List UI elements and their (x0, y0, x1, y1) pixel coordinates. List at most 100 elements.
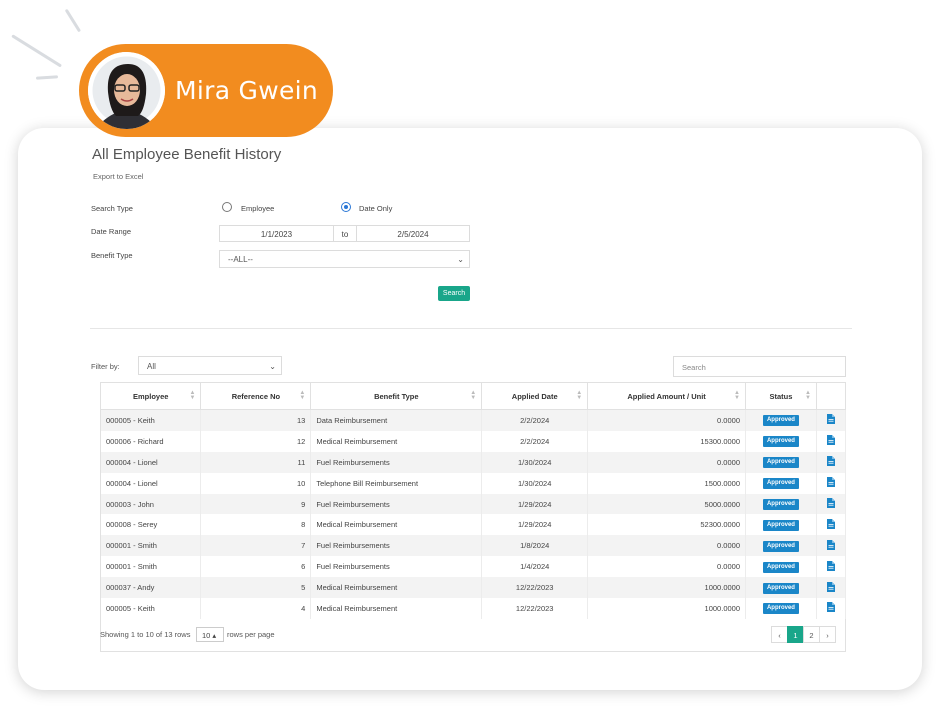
document-icon[interactable] (826, 581, 835, 592)
cell-benefit-type: Fuel Reimbursements (310, 556, 483, 578)
column-header-status[interactable]: Status ▲ ▼ (745, 383, 817, 410)
column-header-actions (816, 383, 847, 410)
cell-actions (816, 493, 847, 515)
table-row[interactable]: 000001 - Smith 6 Fuel Reimbursements 1/4/20… (101, 556, 847, 578)
cell-status: Approved (745, 514, 817, 536)
cell-applied-amount: 0.0000 (587, 409, 746, 431)
benefit-type-value: --ALL-- (228, 255, 253, 264)
table-search-input[interactable]: Search (673, 356, 846, 377)
table-row[interactable]: 000004 - Lionel 11 Fuel Reimbursements 1/30… (101, 451, 847, 473)
table-row[interactable]: 000001 - Smith 7 Fuel Reimbursements 1/8/20… (101, 535, 847, 557)
status-badge: Approved (762, 499, 799, 510)
document-icon[interactable] (826, 477, 835, 488)
cell-applied-date: 1/29/2024 (481, 514, 589, 536)
date-range-label: Date Range (91, 227, 132, 236)
cell-benefit-type: Telephone Bill Reimbursement (310, 472, 483, 494)
table-row[interactable]: 000004 - Lionel 10 Telephone Bill Reimburs… (101, 472, 847, 494)
table-row[interactable]: 000005 - Keith 13 Data Reimbursement 2/2/20… (101, 409, 847, 431)
status-badge: Approved (762, 457, 799, 469)
cell-employee: 000006 - Richard (101, 430, 202, 452)
date-to-input[interactable]: 2/5/2024 (356, 225, 470, 242)
cell-employee: 000003 - John (101, 493, 202, 515)
cell-applied-date: 1/8/2024 (481, 535, 589, 557)
table-row[interactable]: 000003 - John 9 Fuel Reimbursements 1/29/20… (101, 493, 847, 515)
cell-status: Approved (745, 577, 817, 599)
date-from-input[interactable]: 1/1/2023 (219, 225, 334, 242)
cell-applied-date: 1/4/2024 (481, 556, 589, 578)
document-icon[interactable] (826, 435, 835, 446)
benefit-type-label: Benefit Type (91, 251, 133, 260)
page-prev-button[interactable]: ‹ (771, 626, 788, 643)
cell-status: Approved (745, 598, 817, 619)
user-name: Mira Gwein (175, 76, 319, 105)
status-badge: Approved (762, 561, 799, 573)
sort-icon: ▲ ▼ (189, 390, 196, 401)
column-header-employee[interactable]: Employee ▲ ▼ (101, 383, 202, 410)
sort-icon: ▲ ▼ (299, 390, 306, 401)
cell-employee: 000001 - Smith (101, 535, 202, 557)
cell-benefit-type: Medical Reimbursement (310, 430, 483, 452)
export-excel-link[interactable]: Export to Excel (93, 172, 143, 181)
cell-status: Approved (745, 430, 817, 452)
cell-status: Approved (745, 493, 817, 515)
table-row[interactable]: 000037 - Andy 5 Medical Reimbursement 12/22… (101, 577, 847, 599)
benefit-type-select[interactable]: --ALL-- ⌄ (219, 250, 470, 268)
radio-employee-label: Employee (241, 204, 275, 213)
cell-benefit-type: Fuel Reimbursements (310, 493, 483, 515)
status-badge: Approved (762, 415, 799, 427)
search-button[interactable]: Search (438, 286, 470, 301)
filter-value: All (147, 362, 156, 371)
page-next-button[interactable]: › (819, 626, 836, 643)
cell-reference-no: 12 (200, 430, 312, 452)
benefit-table: Employee ▲ ▼ Reference No ▲ ▼ Benefit Type ▲ ▼… (100, 382, 847, 652)
table-row[interactable]: 000006 - Richard 12 Medical Reimbursement 2… (101, 430, 847, 452)
cell-applied-amount: 1500.0000 (587, 472, 746, 494)
cell-applied-amount: 0.0000 (587, 535, 746, 557)
table-row[interactable]: 000005 - Keith 4 Medical Reimbursement 12/2… (101, 598, 847, 619)
document-icon[interactable] (826, 539, 835, 550)
document-icon[interactable] (826, 498, 835, 508)
document-icon[interactable] (826, 560, 835, 571)
cell-actions (816, 556, 847, 578)
user-badge: Mira Gwein (79, 44, 333, 137)
divider (90, 328, 852, 329)
cell-reference-no: 13 (200, 409, 312, 431)
status-badge: Approved (762, 519, 799, 531)
cell-applied-date: 1/29/2024 (481, 493, 589, 515)
cell-applied-amount: 5000.0000 (587, 493, 746, 515)
document-icon[interactable] (826, 518, 835, 529)
rows-per-page-select[interactable]: 10 ▴ (196, 627, 224, 642)
cell-employee: 000005 - Keith (101, 409, 202, 431)
document-icon[interactable] (826, 456, 835, 467)
cell-benefit-type: Medical Reimbursement (310, 577, 483, 599)
cell-reference-no: 11 (200, 451, 312, 473)
sort-icon: ▲ ▼ (576, 390, 583, 401)
radio-employee[interactable] (222, 202, 232, 212)
rows-per-page-label: rows per page (227, 630, 275, 639)
column-header-applied-amount[interactable]: Applied Amount / Unit ▲ ▼ (587, 383, 746, 410)
radio-date-only[interactable] (341, 202, 351, 212)
chevron-down-icon: ⌄ (269, 362, 276, 371)
cell-benefit-type: Data Reimbursement (310, 409, 483, 431)
cell-applied-date: 12/22/2023 (481, 598, 589, 619)
cell-status: Approved (745, 535, 817, 557)
cell-actions (816, 430, 847, 452)
cell-applied-date: 12/22/2023 (481, 577, 589, 599)
cell-applied-amount: 0.0000 (587, 451, 746, 473)
cell-actions (816, 409, 847, 431)
sort-icon: ▲ ▼ (734, 390, 740, 401)
document-icon[interactable] (826, 414, 835, 425)
column-header-reference-no[interactable]: Reference No ▲ ▼ (200, 383, 312, 410)
column-header-applied-date[interactable]: Applied Date ▲ ▼ (481, 383, 589, 410)
cell-applied-date: 2/2/2024 (481, 409, 589, 431)
filter-select[interactable]: All ⌄ (138, 356, 282, 375)
document-icon[interactable] (826, 602, 835, 613)
table-row[interactable]: 000008 - Serey 8 Medical Reimbursement 1/29… (101, 514, 847, 536)
page-2-button[interactable]: 2 (803, 626, 820, 643)
status-badge: Approved (762, 436, 799, 448)
date-to-separator: to (334, 225, 356, 242)
cell-status: Approved (745, 451, 817, 473)
page-1-button[interactable]: 1 (787, 626, 804, 643)
column-header-benefit-type[interactable]: Benefit Type ▲ ▼ (310, 383, 483, 410)
cell-applied-amount: 15300.0000 (587, 430, 746, 452)
